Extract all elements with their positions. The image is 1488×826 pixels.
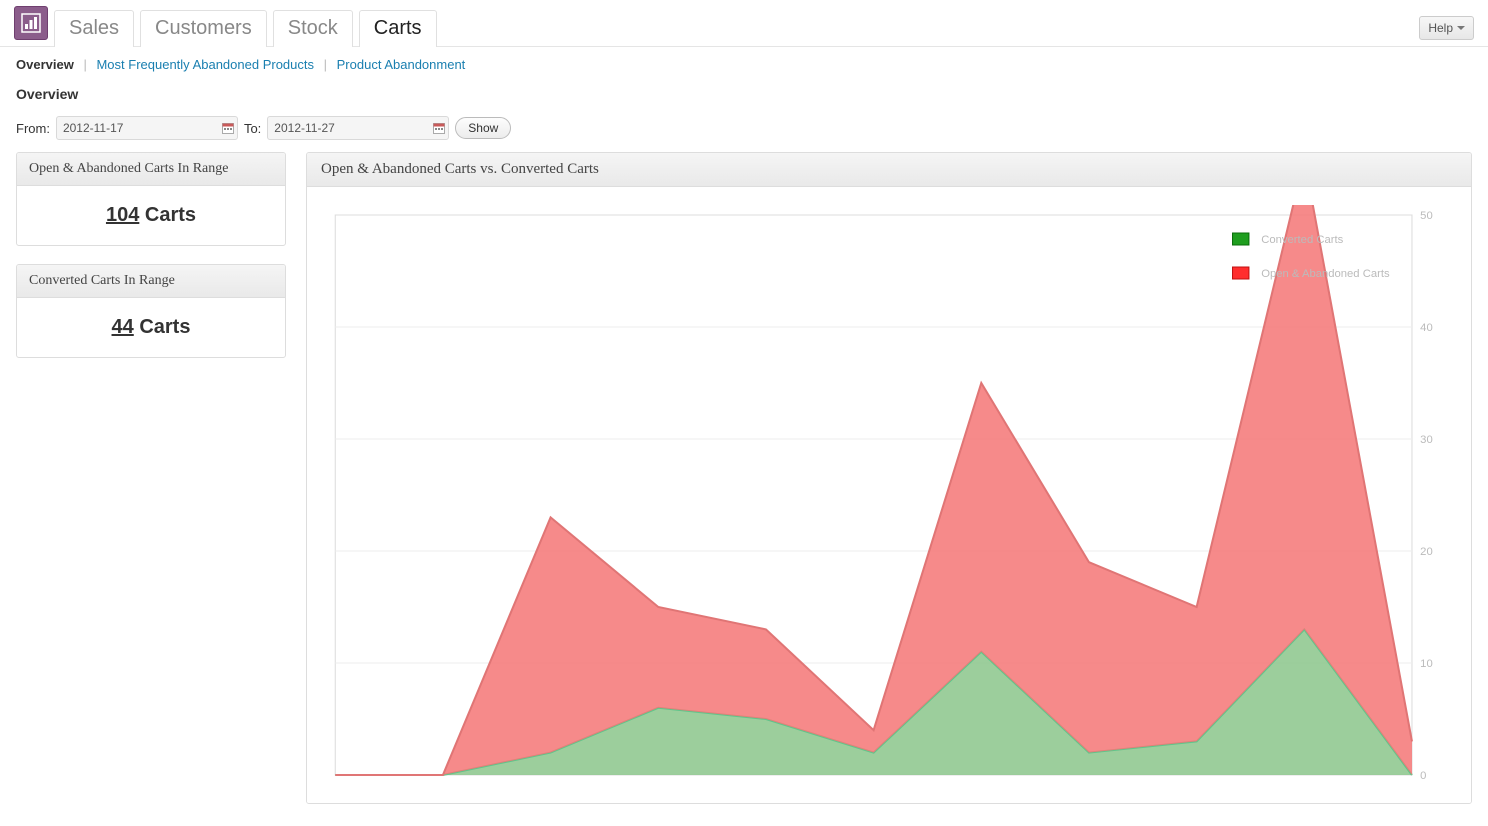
brand-logo[interactable] — [14, 6, 48, 40]
open-count-number: 104 — [106, 204, 139, 226]
subnav: Overview | Most Frequently Abandoned Pro… — [0, 47, 1488, 82]
svg-text:40: 40 — [1420, 322, 1433, 334]
to-date-input[interactable] — [268, 118, 430, 138]
svg-text:Open & Abandoned Carts: Open & Abandoned Carts — [1261, 268, 1390, 280]
svg-text:0: 0 — [1420, 770, 1426, 782]
converted-count-unit: Carts — [139, 316, 190, 338]
calendar-icon[interactable] — [430, 122, 448, 134]
panel-head: Open & Abandoned Carts In Range — [17, 153, 285, 186]
page-title: Overview — [0, 82, 1488, 112]
help-label: Help — [1428, 21, 1453, 35]
separator: | — [77, 57, 92, 72]
from-label: From: — [16, 121, 50, 136]
open-abandoned-panel: Open & Abandoned Carts In Range 104 Cart… — [16, 152, 286, 246]
subnav-most-frequently-abandoned[interactable]: Most Frequently Abandoned Products — [96, 57, 314, 72]
chart-title: Open & Abandoned Carts vs. Converted Car… — [307, 153, 1471, 187]
from-date-input[interactable] — [57, 118, 219, 138]
open-count-unit: Carts — [145, 204, 196, 226]
svg-text:Converted Carts: Converted Carts — [1261, 234, 1343, 246]
svg-text:30: 30 — [1420, 434, 1433, 446]
svg-text:50: 50 — [1420, 210, 1433, 222]
from-date-wrapper — [56, 116, 238, 140]
chart-icon — [21, 13, 41, 33]
help-button[interactable]: Help — [1419, 16, 1474, 40]
show-button[interactable]: Show — [455, 117, 511, 139]
subnav-overview: Overview — [16, 57, 74, 72]
tab-carts[interactable]: Carts — [359, 10, 437, 47]
open-count-body: 104 Carts — [17, 186, 285, 245]
to-label: To: — [244, 121, 261, 136]
tab-sales[interactable]: Sales — [54, 10, 134, 47]
separator: | — [318, 57, 333, 72]
panel-head: Converted Carts In Range — [17, 265, 285, 298]
area-chart: 0 10 20 30 40 50 Converted Carts Open & Abandon… — [325, 205, 1453, 785]
to-date-wrapper — [267, 116, 449, 140]
converted-panel: Converted Carts In Range 44 Carts — [16, 264, 286, 358]
subnav-product-abandonment[interactable]: Product Abandonment — [337, 57, 466, 72]
converted-count-number: 44 — [112, 316, 134, 338]
chevron-down-icon — [1457, 26, 1465, 30]
tab-stock[interactable]: Stock — [273, 10, 353, 47]
tab-customers[interactable]: Customers — [140, 10, 267, 47]
svg-text:20: 20 — [1420, 546, 1433, 558]
converted-count-body: 44 Carts — [17, 298, 285, 357]
calendar-icon[interactable] — [219, 122, 237, 134]
chart-panel: Open & Abandoned Carts vs. Converted Car… — [306, 152, 1472, 804]
svg-text:10: 10 — [1420, 658, 1433, 670]
